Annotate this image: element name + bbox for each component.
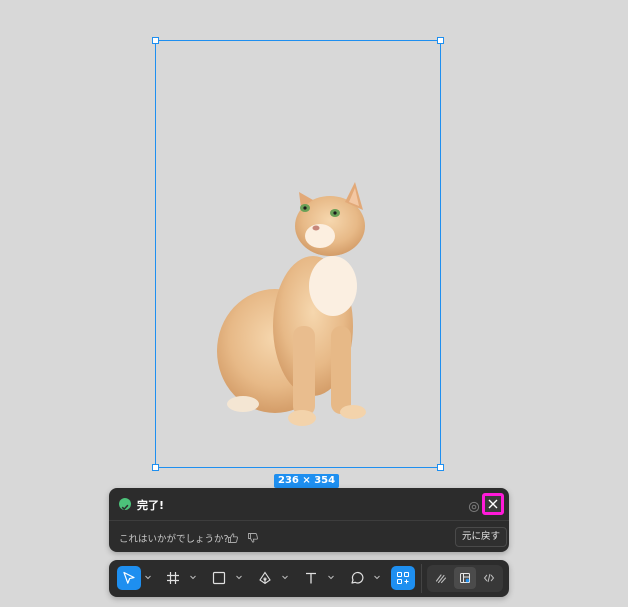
resize-handle-bottom-left[interactable] xyxy=(152,464,159,471)
comment-tool-button[interactable] xyxy=(345,566,369,590)
status-text: 完了! xyxy=(137,499,165,512)
text-tool-button[interactable] xyxy=(299,566,323,590)
bottom-toolbar xyxy=(109,560,509,597)
code-icon xyxy=(483,573,495,583)
shape-tool-button[interactable] xyxy=(207,566,231,590)
undo-button[interactable]: 元に戻す xyxy=(455,527,508,547)
actions-grid-icon xyxy=(397,572,409,584)
feedback-prompt: これはいかがでしょうか? xyxy=(119,534,229,545)
pen-icon xyxy=(259,571,271,585)
text-icon xyxy=(306,572,316,584)
pen-tool-button[interactable] xyxy=(253,566,277,590)
target-icon[interactable] xyxy=(468,498,480,513)
close-icon xyxy=(488,499,498,509)
resize-handle-top-right[interactable] xyxy=(437,37,444,44)
cat-image[interactable] xyxy=(205,176,380,432)
resize-handle-bottom-right[interactable] xyxy=(437,464,444,471)
comment-icon xyxy=(351,571,364,584)
close-button[interactable] xyxy=(482,493,504,515)
ai-result-panel: 完了! これはいかがでしょうか? 元に戻す xyxy=(109,488,509,552)
chevron-down-icon[interactable] xyxy=(327,573,335,581)
thumbs-down-icon[interactable] xyxy=(247,529,259,543)
chevron-down-icon[interactable] xyxy=(373,573,381,581)
actions-button[interactable] xyxy=(391,566,415,590)
pointer-icon xyxy=(123,571,135,584)
draw-mode-button[interactable] xyxy=(430,567,452,589)
thumbs-up-icon[interactable] xyxy=(227,529,239,543)
design-mode-icon xyxy=(460,573,470,583)
draw-mode-icon xyxy=(435,574,447,584)
mode-switcher xyxy=(427,565,503,592)
design-mode-button[interactable] xyxy=(454,567,476,589)
dev-mode-button[interactable] xyxy=(478,567,500,589)
frame-tool-button[interactable] xyxy=(161,566,185,590)
result-header: 完了! xyxy=(109,488,509,520)
chevron-down-icon[interactable] xyxy=(144,573,152,581)
check-circle-icon xyxy=(119,498,131,511)
resize-handle-top-left[interactable] xyxy=(152,37,159,44)
divider xyxy=(109,520,509,521)
move-tool-button[interactable] xyxy=(117,566,141,590)
chevron-down-icon[interactable] xyxy=(189,573,197,581)
chevron-down-icon[interactable] xyxy=(235,573,243,581)
frame-size-badge: 236 × 354 xyxy=(274,474,340,488)
hash-frame-icon xyxy=(167,572,179,584)
chevron-down-icon[interactable] xyxy=(281,573,289,581)
rectangle-icon xyxy=(212,571,226,585)
toolbar-separator xyxy=(421,564,422,593)
